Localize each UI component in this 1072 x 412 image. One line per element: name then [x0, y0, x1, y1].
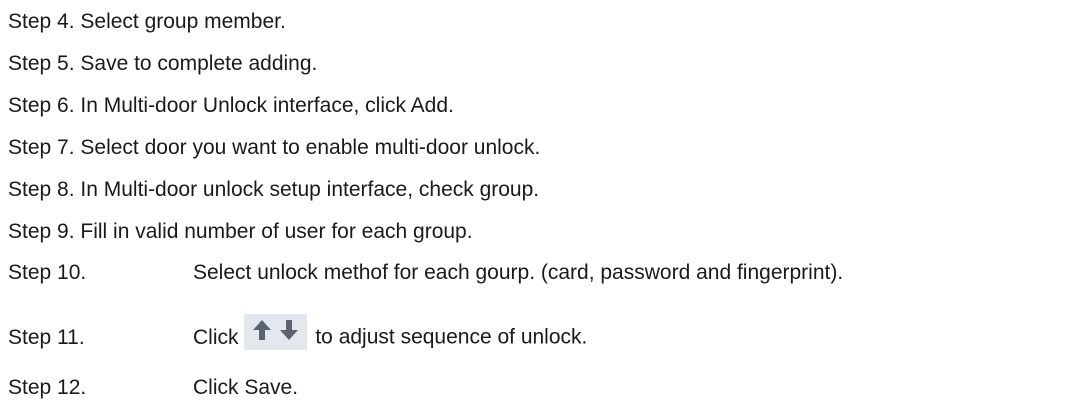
step-5: Step 5. Save to complete adding.	[8, 52, 318, 75]
step-9: Step 9. Fill in valid number of user for…	[8, 220, 473, 243]
step-11-text: to adjust sequence of unlock.	[315, 325, 588, 349]
step-10: Step 10. Select unlock methof for each go…	[8, 261, 843, 285]
move-arrows-icon-group	[244, 314, 308, 350]
step-12-number: Step 12.	[8, 376, 87, 399]
arrow-up-icon	[253, 320, 272, 340]
step-10-number: Step 10.	[8, 261, 87, 284]
arrow-down-icon	[280, 320, 299, 340]
step-10-text: Select unlock methof for each gourp. (ca…	[193, 261, 844, 284]
step-8: Step 8. In Multi-door unlock setup inter…	[8, 178, 540, 201]
step-4: Step 4. Select group member.	[8, 10, 286, 33]
step-12: Step 12. Click Save.	[8, 376, 298, 400]
step-6: Step 6. In Multi-door Unlock interface, …	[8, 94, 454, 117]
step-11-click-label: Click	[193, 325, 239, 349]
step-11: Step 11. Click to adjust sequence of unlo…	[8, 314, 588, 356]
step-12-text: Click Save.	[193, 376, 299, 399]
step-11-number: Step 11.	[8, 325, 85, 349]
step-7: Step 7. Select door you want to enable m…	[8, 136, 541, 159]
